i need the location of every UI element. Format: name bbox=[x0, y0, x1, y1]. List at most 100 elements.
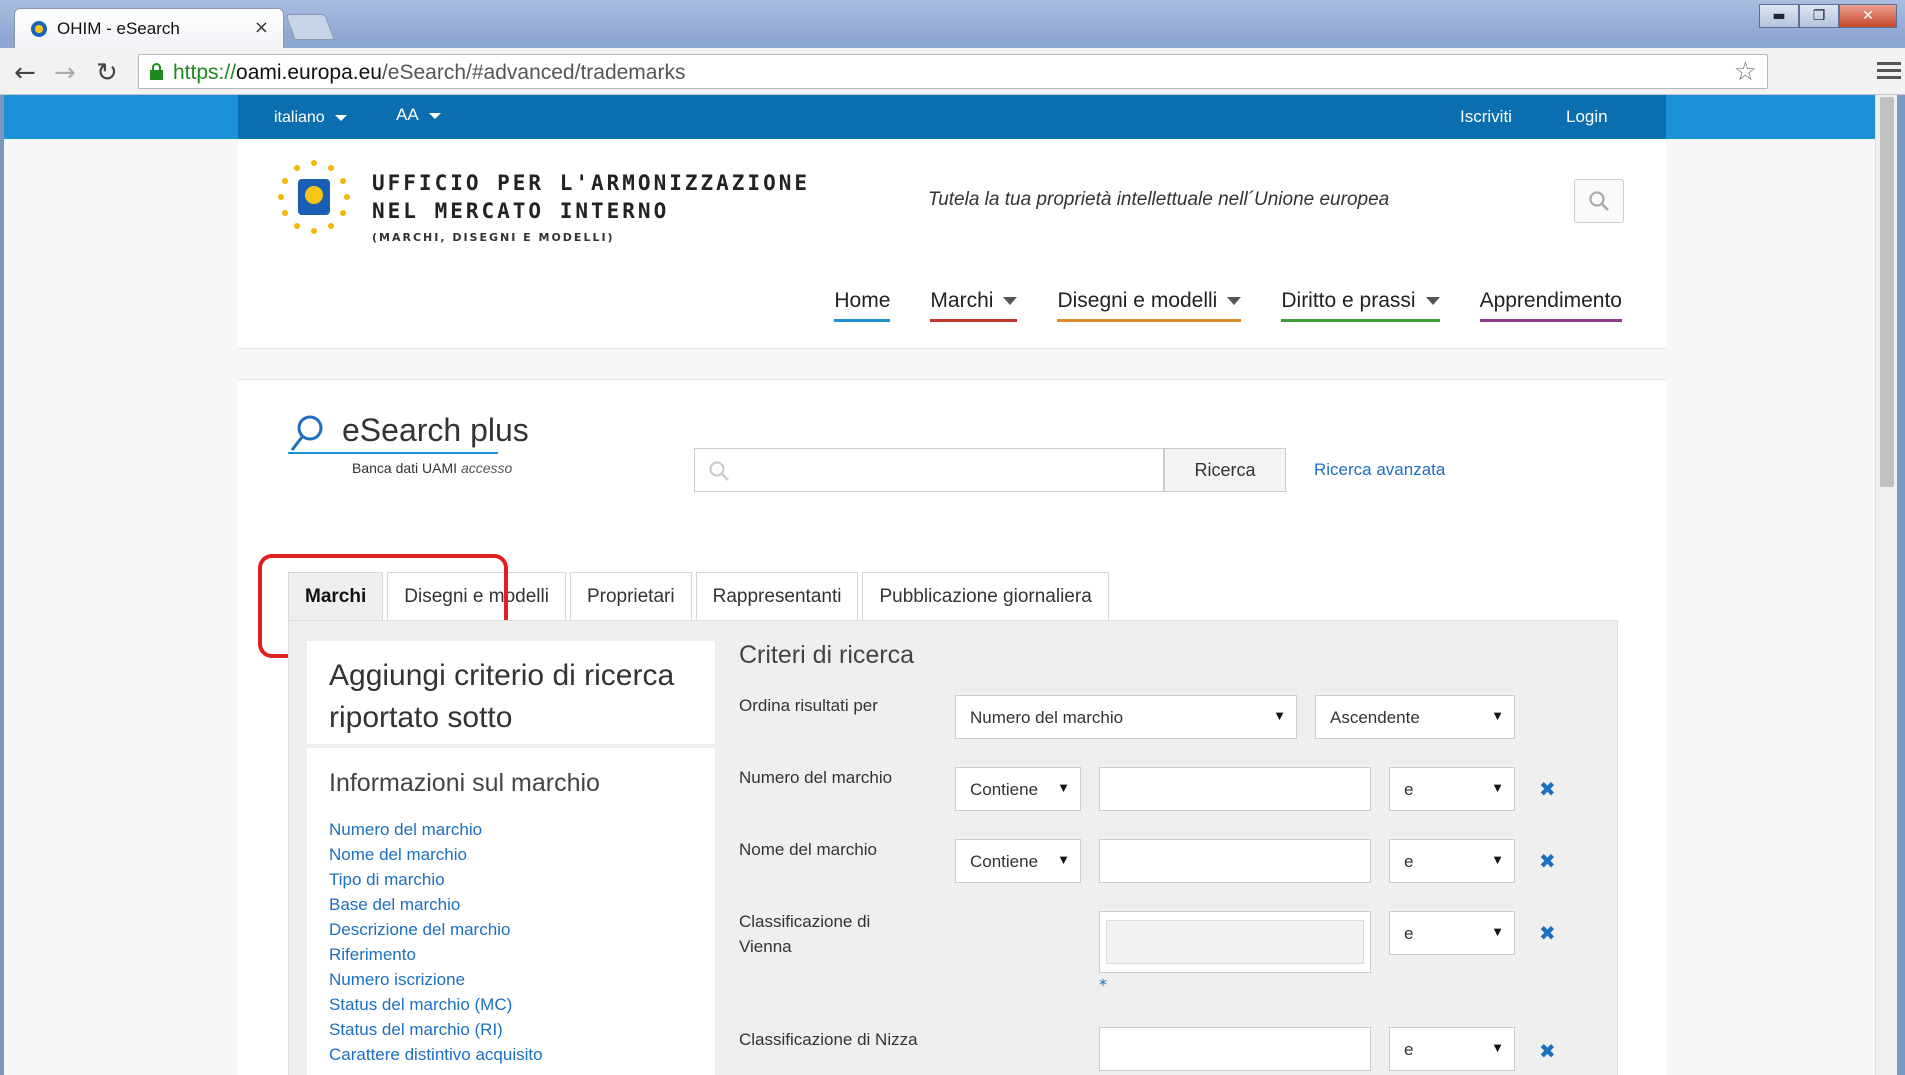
main-content: eSearch plus Banca dati UAMI accesso Ric… bbox=[238, 379, 1666, 1075]
menu-icon[interactable] bbox=[1877, 62, 1901, 83]
chevron-down-icon bbox=[1425, 297, 1440, 306]
tab-rappresentanti[interactable]: Rappresentanti bbox=[695, 572, 859, 620]
esearch-logo-icon bbox=[290, 415, 323, 451]
register-link[interactable]: Iscriviti bbox=[1460, 107, 1512, 127]
chevron-down-icon bbox=[1003, 297, 1018, 306]
criteria-item-status-mc[interactable]: Status del marchio (MC) bbox=[329, 992, 543, 1017]
remove-icon[interactable]: ✖ bbox=[1539, 849, 1556, 873]
font-size-selector[interactable]: AA bbox=[396, 105, 441, 125]
advanced-search-link[interactable]: Ricerca avanzata bbox=[1314, 460, 1445, 480]
chevron-down-icon: ▼ bbox=[1057, 780, 1070, 795]
vienna-classification-input[interactable] bbox=[1099, 911, 1371, 973]
ohim-logo-icon[interactable] bbox=[274, 157, 354, 237]
tagline: Tutela la tua proprietà intellettuale ne… bbox=[928, 189, 1390, 210]
criteria-item-tipo-di-marchio[interactable]: Tipo di marchio bbox=[329, 867, 543, 892]
sort-field-select[interactable]: Numero del marchio ▼ bbox=[955, 695, 1297, 739]
tab-close-icon[interactable]: × bbox=[254, 17, 269, 38]
page-scrollbar[interactable] bbox=[1875, 95, 1897, 1075]
logic-select[interactable]: e ▼ bbox=[1389, 911, 1515, 955]
esearch-underline bbox=[288, 452, 498, 454]
search-icon bbox=[709, 461, 729, 481]
operator-select[interactable]: Contiene ▼ bbox=[955, 839, 1081, 883]
sort-order-select[interactable]: Ascendente ▼ bbox=[1315, 695, 1515, 739]
criteria-heading: Criteri di ricerca bbox=[739, 641, 915, 669]
search-button[interactable]: Ricerca bbox=[1164, 448, 1286, 492]
main-navigation: Home Marchi Disegni e modelli Diritto e … bbox=[834, 289, 1622, 322]
trademark-info-heading: Informazioni sul marchio bbox=[329, 769, 600, 797]
tab-proprietari[interactable]: Proprietari bbox=[569, 572, 692, 620]
row-label-numero-del-marchio: Numero del marchio bbox=[739, 768, 893, 787]
header-search-button[interactable] bbox=[1574, 179, 1624, 223]
login-link[interactable]: Login bbox=[1566, 107, 1608, 127]
operator-select[interactable]: Contiene ▼ bbox=[955, 767, 1081, 811]
numero-marchio-input[interactable] bbox=[1099, 767, 1371, 811]
language-selector[interactable]: italiano bbox=[274, 109, 347, 127]
required-asterisk: * bbox=[1099, 975, 1107, 994]
row-label-nome-del-marchio: Nome del marchio bbox=[739, 840, 877, 859]
row-label-classificazione-nizza: Classificazione di Nizza bbox=[739, 1030, 918, 1049]
criteria-item-carattere-distintivo[interactable]: Carattere distintivo acquisito bbox=[329, 1042, 543, 1067]
criteria-item-riferimento[interactable]: Riferimento bbox=[329, 942, 543, 967]
organization-name: UFFICIO PER L'ARMONIZZAZIONE NEL MERCATO… bbox=[372, 171, 811, 223]
esearch-subtitle: Banca dati UAMI accesso bbox=[352, 460, 513, 476]
page-viewport: italiano AA Iscriviti Login UFFICIO PER … bbox=[4, 95, 1897, 1075]
nav-marchi[interactable]: Marchi bbox=[930, 289, 1018, 322]
new-tab-button[interactable] bbox=[285, 14, 335, 40]
bookmark-star-icon[interactable]: ☆ bbox=[1734, 57, 1757, 87]
organization-subtitle: (MARCHI, DISEGNI E MODELLI) bbox=[372, 231, 615, 244]
url-text: https://oami.europa.eu/eSearch/#advanced… bbox=[173, 61, 686, 84]
sort-label: Ordina risultati per bbox=[739, 696, 878, 715]
remove-icon[interactable]: ✖ bbox=[1539, 921, 1556, 945]
browser-tab[interactable]: OHIM - eSearch × bbox=[14, 8, 284, 48]
remove-icon[interactable]: ✖ bbox=[1539, 777, 1556, 801]
search-tabs: Marchi Disegni e modelli Proprietari Rap… bbox=[258, 554, 1109, 658]
address-bar[interactable]: https://oami.europa.eu/eSearch/#advanced… bbox=[138, 54, 1768, 89]
chevron-down-icon: ▼ bbox=[1057, 852, 1070, 867]
logic-select[interactable]: e ▼ bbox=[1389, 767, 1515, 811]
nav-disegni-e-modelli[interactable]: Disegni e modelli bbox=[1057, 289, 1242, 322]
search-icon bbox=[1589, 191, 1609, 211]
tab-pubblicazione-giornaliera[interactable]: Pubblicazione giornaliera bbox=[862, 572, 1109, 620]
top-bar: italiano AA Iscriviti Login bbox=[4, 95, 1897, 139]
logic-select[interactable]: e ▼ bbox=[1389, 1027, 1515, 1071]
scrollbar-thumb[interactable] bbox=[1880, 97, 1894, 487]
chevron-down-icon: ▼ bbox=[1491, 780, 1504, 795]
search-panel: Aggiungi criterio di ricerca riportato s… bbox=[288, 620, 1618, 1075]
tab-title: OHIM - eSearch bbox=[57, 19, 180, 38]
maximize-button[interactable]: ❐ bbox=[1799, 4, 1839, 28]
browser-toolbar: ← → ↻ https://oami.europa.eu/eSearch/#ad… bbox=[0, 48, 1905, 95]
chevron-down-icon: ▼ bbox=[1273, 708, 1286, 723]
nav-home[interactable]: Home bbox=[834, 289, 891, 322]
divider bbox=[307, 744, 715, 748]
chevron-down-icon bbox=[1227, 297, 1242, 306]
reload-icon[interactable]: ↻ bbox=[96, 58, 118, 88]
forward-arrow-icon[interactable]: → bbox=[54, 58, 76, 88]
criteria-item-nome-del-marchio[interactable]: Nome del marchio bbox=[329, 842, 543, 867]
criteria-item-descrizione[interactable]: Descrizione del marchio bbox=[329, 917, 543, 942]
chevron-down-icon: ▼ bbox=[1491, 708, 1504, 723]
criteria-item-status-ri[interactable]: Status del marchio (RI) bbox=[329, 1017, 543, 1042]
chevron-down-icon: ▼ bbox=[1491, 852, 1504, 867]
browser-chrome: OHIM - eSearch × ▬ ❐ ✕ ← → ↻ https://oam… bbox=[0, 0, 1905, 95]
quick-search-input[interactable] bbox=[694, 448, 1164, 492]
esearch-title: eSearch plus bbox=[342, 412, 529, 448]
chevron-down-icon bbox=[428, 112, 441, 119]
nizza-classification-input[interactable] bbox=[1099, 1027, 1371, 1071]
chevron-down-icon: ▼ bbox=[1491, 924, 1504, 939]
nome-marchio-input[interactable] bbox=[1099, 839, 1371, 883]
back-arrow-icon[interactable]: ← bbox=[14, 58, 36, 88]
criteria-item-numero-iscrizione[interactable]: Numero iscrizione bbox=[329, 967, 543, 992]
site-header: UFFICIO PER L'ARMONIZZAZIONE NEL MERCATO… bbox=[238, 139, 1666, 349]
criteria-list: Numero del marchio Nome del marchio Tipo… bbox=[329, 817, 543, 1067]
minimize-button[interactable]: ▬ bbox=[1759, 4, 1799, 28]
close-window-button[interactable]: ✕ bbox=[1839, 4, 1897, 28]
add-criteria-heading: Aggiungi criterio di ricerca riportato s… bbox=[329, 659, 675, 734]
criteria-item-numero-del-marchio[interactable]: Numero del marchio bbox=[329, 817, 543, 842]
nav-diritto-e-prassi[interactable]: Diritto e prassi bbox=[1281, 289, 1440, 322]
nav-apprendimento[interactable]: Apprendimento bbox=[1479, 289, 1622, 322]
lock-icon bbox=[150, 63, 163, 80]
row-label-classificazione-vienna: Classificazione di Vienna bbox=[739, 912, 871, 956]
criteria-item-base-del-marchio[interactable]: Base del marchio bbox=[329, 892, 543, 917]
remove-icon[interactable]: ✖ bbox=[1539, 1039, 1556, 1063]
logic-select[interactable]: e ▼ bbox=[1389, 839, 1515, 883]
